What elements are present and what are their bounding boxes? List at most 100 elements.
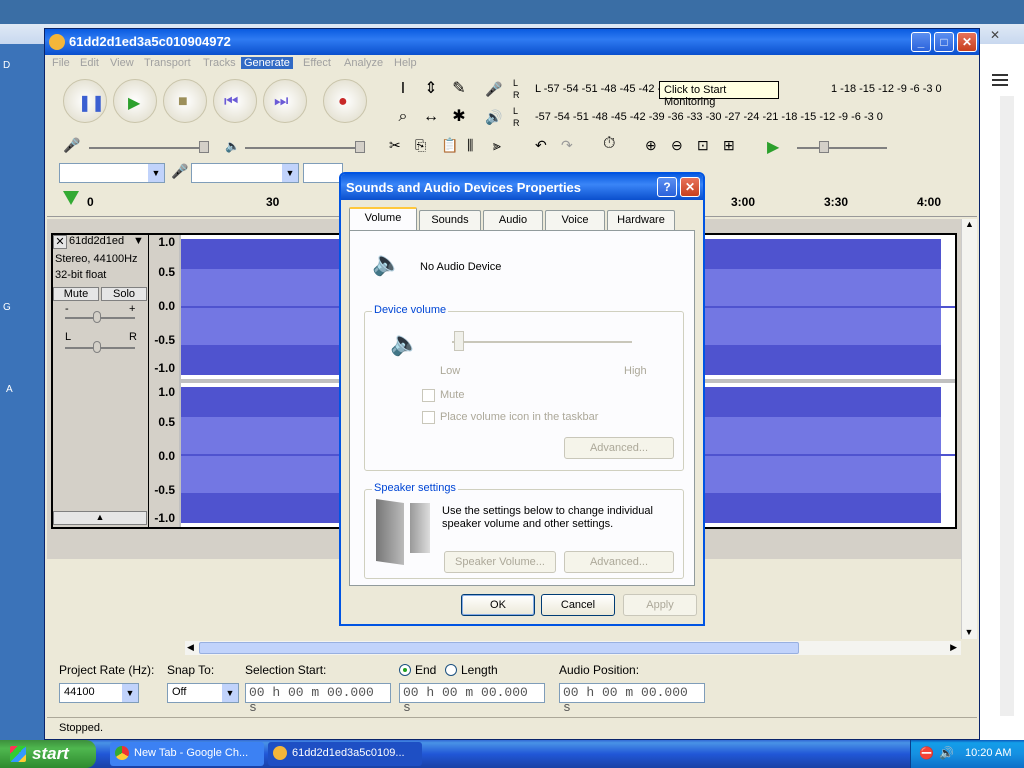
device-volume-slider[interactable] [452,341,632,343]
selection-tool-icon[interactable]: I [391,77,415,101]
device-volume-thumb[interactable] [454,331,464,351]
timeshift-tool-icon[interactable]: ↔ [419,105,443,129]
menu-help[interactable]: Help [391,57,420,69]
advanced-volume-button[interactable]: Advanced... [564,437,674,459]
input-device-select[interactable]: ▼ [191,163,299,183]
copy-icon[interactable]: ⎘ [415,137,426,154]
tab-audio[interactable]: Audio [483,210,543,230]
maximize-button[interactable]: □ [934,32,954,52]
speaker-volume-button[interactable]: Speaker Volume... [444,551,556,573]
input-volume-slider[interactable] [89,147,209,149]
playback-meter[interactable]: 🔊 LR -57 -54 -51 -48 -45 -42 -39 -36 -33… [485,105,975,131]
skip-end-button[interactable]: ⏭ [263,79,307,123]
output-volume-thumb[interactable] [355,141,365,153]
input-volume-thumb[interactable] [199,141,209,153]
scroll-down-icon[interactable]: ▼ [962,627,976,637]
scroll-left-icon[interactable]: ◀ [187,642,194,653]
menu-effect[interactable]: Effect [300,57,334,69]
zoom-tool-icon[interactable]: ⌕ [391,105,415,129]
ruler-tick: 30 [266,195,280,209]
pause-button[interactable]: ❚❚ [63,79,107,123]
menu-view[interactable]: View [107,57,137,69]
sync-lock-icon[interactable]: ⏱ [603,135,615,153]
fit-project-icon[interactable]: ⊞ [723,137,735,154]
gain-thumb[interactable] [93,311,101,323]
apply-button[interactable]: Apply [623,594,697,616]
fit-selection-icon[interactable]: ⊡ [697,137,709,154]
vertical-scrollbar[interactable]: ▲ ▼ [961,219,977,639]
background-scrollbar[interactable] [1000,96,1014,716]
scroll-right-icon[interactable]: ▶ [950,642,957,653]
track-name[interactable]: 61dd2d1ed [69,235,124,247]
zoom-in-icon[interactable]: ⊕ [645,137,657,154]
help-button[interactable]: ? [657,177,677,197]
collapse-track-button[interactable]: ▲ [53,511,147,525]
silence-icon[interactable]: ⫸ [493,137,501,154]
end-radio[interactable] [399,664,411,676]
taskbar-item-label: 61dd2d1ed3a5c0109... [292,747,405,759]
menu-analyze[interactable]: Analyze [341,57,386,69]
tab-sounds[interactable]: Sounds [419,210,481,230]
cut-icon[interactable]: ✂ [389,137,401,154]
selection-start-field[interactable]: 00 h 00 m 00.000 s [245,683,391,715]
scroll-up-icon[interactable]: ▲ [962,219,977,229]
output-device-select[interactable] [303,163,343,183]
menu-transport[interactable]: Transport [141,57,194,69]
skip-start-button[interactable]: ⏮ [213,79,257,123]
audio-position-field[interactable]: 00 h 00 m 00.000 s [559,683,705,715]
trim-icon[interactable]: ⫼ [467,137,473,154]
track-close-icon[interactable]: ✕ [53,235,67,249]
mute-checkbox[interactable] [422,389,435,402]
multi-tool-icon[interactable]: ✱ [447,105,471,129]
play-at-speed-icon[interactable]: ▶ [767,137,779,157]
output-volume-slider[interactable] [245,147,365,149]
stop-button[interactable]: ■ [163,79,207,123]
track-menu-chevron-icon[interactable]: ▼ [133,235,144,247]
menu-file[interactable]: File [49,57,73,69]
project-rate-select[interactable]: 44100 ▼ [59,683,139,703]
background-close-icon[interactable]: ✕ [990,28,1006,42]
mute-button[interactable]: Mute [53,287,99,301]
envelope-tool-icon[interactable]: ⇕ [419,77,443,101]
host-select[interactable]: ▼ [59,163,165,183]
taskbar-item-audacity[interactable]: 61dd2d1ed3a5c0109... [268,742,422,766]
track-format: Stereo, 44100Hz [55,253,138,265]
volume-tray-icon[interactable]: 🔊 [939,746,954,760]
play-speed-slider[interactable] [797,147,887,149]
start-button[interactable]: start [0,740,96,768]
snap-to-select[interactable]: Off ▼ [167,683,239,703]
browser-menu-icon[interactable] [992,74,1008,88]
play-speed-thumb[interactable] [819,141,829,153]
ok-button[interactable]: OK [461,594,535,616]
minimize-button[interactable]: _ [911,32,931,52]
horizontal-scroll-thumb[interactable] [199,642,799,654]
close-button[interactable]: ✕ [957,32,977,52]
tab-hardware[interactable]: Hardware [607,210,675,230]
menu-edit[interactable]: Edit [77,57,102,69]
taskbar-item-chrome[interactable]: New Tab - Google Ch... [110,742,264,766]
paste-icon[interactable]: 📋 [441,137,458,154]
network-warning-icon[interactable]: ⛔ [919,746,934,760]
undo-icon[interactable]: ↶ [535,137,547,154]
horizontal-scrollbar[interactable]: ◀ ▶ [185,641,961,655]
zoom-out-icon[interactable]: ⊖ [671,137,683,154]
menu-tracks[interactable]: Tracks [200,57,239,69]
dialog-close-button[interactable]: ✕ [680,177,700,197]
tab-voice[interactable]: Voice [545,210,605,230]
solo-button[interactable]: Solo [101,287,147,301]
draw-tool-icon[interactable]: ✎ [447,77,471,101]
selection-end-field[interactable]: 00 h 00 m 00.000 s [399,683,545,715]
cancel-button[interactable]: Cancel [541,594,615,616]
advanced-speaker-button[interactable]: Advanced... [564,551,674,573]
length-radio[interactable] [445,664,457,676]
redo-icon[interactable]: ↷ [561,137,573,154]
taskbar-icon-checkbox[interactable] [422,411,435,424]
record-button[interactable]: ● [323,79,367,123]
speaker-device-icon: 🔈 [372,250,402,277]
record-icon: ● [338,93,348,110]
menu-generate[interactable]: Generate [241,57,293,69]
speaker-right-icon [410,503,430,553]
play-button[interactable]: ▶ [113,79,157,123]
tab-volume[interactable]: Volume [349,207,417,230]
pan-thumb[interactable] [93,341,101,353]
